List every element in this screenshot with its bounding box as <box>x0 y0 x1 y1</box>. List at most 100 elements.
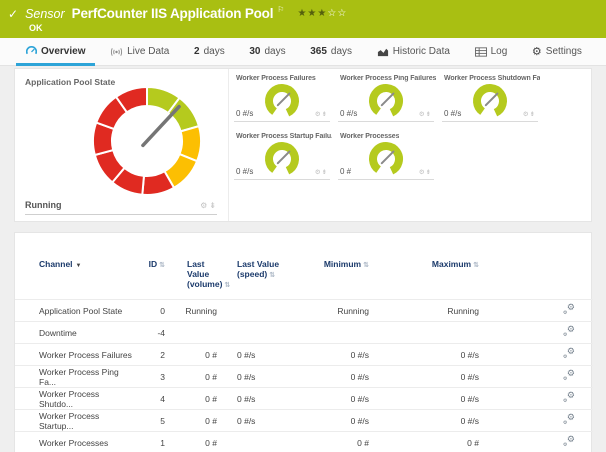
tab-number: 365 <box>310 46 327 57</box>
gauge-footer-icons: ⚙⇟ <box>315 168 328 176</box>
tab-30-days[interactable]: 30 days <box>239 38 295 65</box>
channel-settings-icon[interactable]: ⚙⚙ <box>563 370 575 381</box>
gear-icon[interactable]: ⚙ <box>419 111 426 118</box>
gauge-title: Worker Processes <box>340 133 399 140</box>
prtg-sensor-page: ✓ Sensor PerfCounter IIS Application Poo… <box>0 0 606 452</box>
divider <box>338 121 434 122</box>
table-row: Worker Process Ping Fa... 3 0 # 0 #/s 0 … <box>15 366 593 388</box>
tab-settings[interactable]: ⚙ Settings <box>522 38 592 65</box>
mini-gauge-grid: Worker Process Failures 0 #/s ⚙⇟ Worker … <box>230 69 591 221</box>
cell-minimum <box>301 322 377 344</box>
priority-stars[interactable]: ★★★☆☆ <box>297 8 347 19</box>
cell-channel: Application Pool State <box>15 300 135 322</box>
table-row: Application Pool State 0 Running Running… <box>15 300 593 322</box>
channel-settings-icon[interactable]: ⚙⚙ <box>563 414 575 425</box>
cell-last-value-volume: 0 # <box>171 366 221 388</box>
mini-gauge-tile-worker-process-shutdown-failures: Worker Process Shutdown Fa... 0 #/s ⚙⇟ <box>440 71 540 127</box>
column-header-maximum[interactable]: Maximum⇅ <box>377 233 487 300</box>
column-header-minimum[interactable]: Minimum⇅ <box>301 233 377 300</box>
application-pool-state-gauge <box>89 83 205 199</box>
tab-2-days[interactable]: 2 days <box>184 38 235 65</box>
cell-minimum: 0 #/s <box>301 366 377 388</box>
cell-channel: Worker Process Failures <box>15 344 135 366</box>
cell-last-value-volume: 0 # <box>171 410 221 432</box>
tab-label: days <box>264 46 285 57</box>
gauge-value: 0 #/s <box>444 109 461 118</box>
table-row: Worker Process Startup... 5 0 # 0 #/s 0 … <box>15 410 593 432</box>
channel-settings-icon[interactable]: ⚙⚙ <box>563 348 575 359</box>
mini-gauge <box>469 82 511 122</box>
cell-last-value-speed: 0 #/s <box>221 344 301 366</box>
tab-label: Settings <box>546 46 582 57</box>
pin-icon[interactable]: ⇟ <box>322 111 328 118</box>
channel-table-panel: Channel▼ ID⇅ Last Value (volume)⇅ Last V… <box>14 232 592 452</box>
channel-settings-icon[interactable]: ⚙⚙ <box>563 326 575 337</box>
table-row: Worker Process Shutdo... 4 0 # 0 #/s 0 #… <box>15 388 593 410</box>
overview-gauges-panel: Application Pool State Running ⚙⇟ Worker… <box>14 68 592 222</box>
tab-log[interactable]: Log <box>465 38 518 65</box>
gauge-value: 0 #/s <box>340 109 357 118</box>
table-row: Worker Process Failures 2 0 # 0 #/s 0 #/… <box>15 344 593 366</box>
gauge-title: Worker Process Failures <box>236 75 316 82</box>
cell-id: -4 <box>135 322 171 344</box>
flag-icon[interactable]: ⚐ <box>277 5 284 14</box>
divider <box>25 214 217 215</box>
tab-live-data[interactable]: Live Data <box>100 38 179 65</box>
gear-icon[interactable]: ⚙ <box>419 169 426 176</box>
stars-filled[interactable]: ★★★ <box>297 8 327 19</box>
log-table-icon <box>475 47 487 57</box>
table-row: Downtime -4 ⚙⚙ <box>15 322 593 344</box>
cell-channel: Worker Processes <box>15 432 135 452</box>
column-header-actions <box>487 233 593 300</box>
gauge-icon <box>26 46 37 57</box>
stars-empty[interactable]: ☆☆ <box>327 8 347 19</box>
tab-label: days <box>204 46 225 57</box>
tab-label: Log <box>491 46 508 57</box>
mini-gauge <box>261 140 303 180</box>
gear-icon[interactable]: ⚙ <box>523 111 530 118</box>
tab-overview[interactable]: Overview <box>16 38 95 65</box>
cell-maximum: 0 #/s <box>377 388 487 410</box>
gear-icon[interactable]: ⚙ <box>315 111 322 118</box>
pin-icon[interactable]: ⇟ <box>530 111 536 118</box>
gauge-value: 0 #/s <box>236 167 253 176</box>
column-header-last-value-speed[interactable]: Last Value (speed)⇅ <box>221 233 301 300</box>
ok-check-icon: ✓ <box>8 7 18 21</box>
sort-icon: ⇅ <box>363 262 369 269</box>
tab-number: 30 <box>249 46 260 57</box>
tab-number: 2 <box>194 46 200 57</box>
tab-historic-data[interactable]: Historic Data <box>367 38 460 65</box>
gear-icon[interactable]: ⚙ <box>200 201 209 210</box>
column-header-last-value-volume[interactable]: Last Value (volume)⇅ <box>171 233 221 300</box>
mini-gauge <box>261 82 303 122</box>
cell-channel: Worker Process Startup... <box>15 410 135 432</box>
channel-settings-icon[interactable]: ⚙⚙ <box>563 392 575 403</box>
mini-gauge <box>365 140 407 180</box>
cell-maximum: 0 #/s <box>377 344 487 366</box>
gauge-footer-icons: ⚙⇟ <box>523 110 536 118</box>
cell-last-value-speed <box>221 322 301 344</box>
gauge-value: Running <box>25 200 62 210</box>
tab-365-days[interactable]: 365 days <box>300 38 362 65</box>
divider <box>442 121 538 122</box>
column-header-channel[interactable]: Channel▼ <box>15 233 135 300</box>
gear-icon[interactable]: ⚙ <box>315 169 322 176</box>
table-header-row: Channel▼ ID⇅ Last Value (volume)⇅ Last V… <box>15 233 593 300</box>
pin-icon[interactable]: ⇟ <box>426 169 432 176</box>
channel-settings-icon[interactable]: ⚙⚙ <box>563 304 575 315</box>
cell-maximum: Running <box>377 300 487 322</box>
cell-id: 4 <box>135 388 171 410</box>
divider <box>234 179 330 180</box>
cell-maximum: 0 #/s <box>377 366 487 388</box>
cell-id: 5 <box>135 410 171 432</box>
pin-icon[interactable]: ⇟ <box>426 111 432 118</box>
pin-icon[interactable]: ⇟ <box>322 169 328 176</box>
cell-last-value-speed: 0 #/s <box>221 388 301 410</box>
channel-settings-icon[interactable]: ⚙⚙ <box>563 436 575 447</box>
mini-gauge-tile-worker-process-failures: Worker Process Failures 0 #/s ⚙⇟ <box>232 71 332 127</box>
tab-label: Overview <box>41 46 85 57</box>
cell-id: 2 <box>135 344 171 366</box>
tab-bar: Overview Live Data 2 days 30 days 365 da… <box>0 38 606 66</box>
column-header-id[interactable]: ID⇅ <box>135 233 171 300</box>
pin-icon[interactable]: ⇟ <box>209 201 218 210</box>
